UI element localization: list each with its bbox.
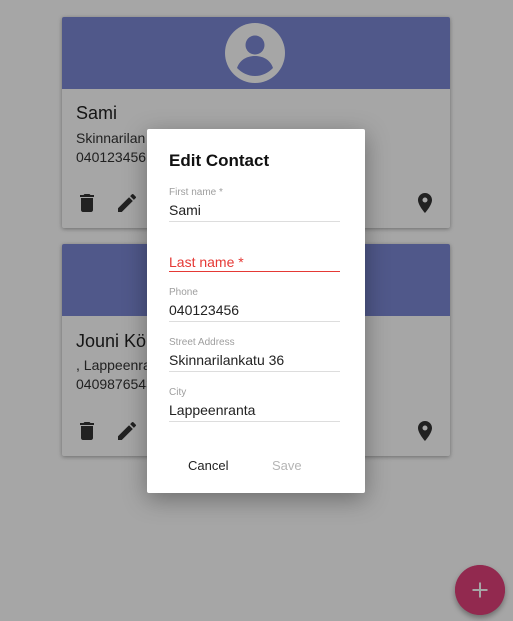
save-button[interactable]: Save	[264, 453, 310, 477]
street-address-field: Street Address	[169, 337, 340, 373]
last-name-field	[169, 237, 340, 273]
first-name-field: First name *	[169, 187, 340, 223]
dialog-title: Edit Contact	[169, 151, 270, 170]
street-address-label: Street Address	[169, 337, 235, 348]
cancel-button[interactable]: Cancel	[180, 453, 236, 477]
last-name-input[interactable]	[169, 253, 340, 271]
street-address-input[interactable]	[169, 351, 340, 369]
phone-label: Phone	[169, 287, 198, 298]
field-underline-error	[169, 271, 340, 272]
phone-input[interactable]	[169, 301, 340, 319]
city-label: City	[169, 387, 187, 398]
field-underline	[169, 321, 340, 322]
city-field: City	[169, 387, 340, 423]
field-underline	[169, 371, 340, 372]
field-underline	[169, 221, 340, 222]
field-underline	[169, 421, 340, 422]
first-name-label: First name *	[169, 187, 223, 198]
edit-contact-dialog: Edit Contact First name * Phone Street A…	[147, 129, 365, 493]
city-input[interactable]	[169, 401, 340, 419]
first-name-input[interactable]	[169, 201, 340, 219]
phone-field: Phone	[169, 287, 340, 323]
